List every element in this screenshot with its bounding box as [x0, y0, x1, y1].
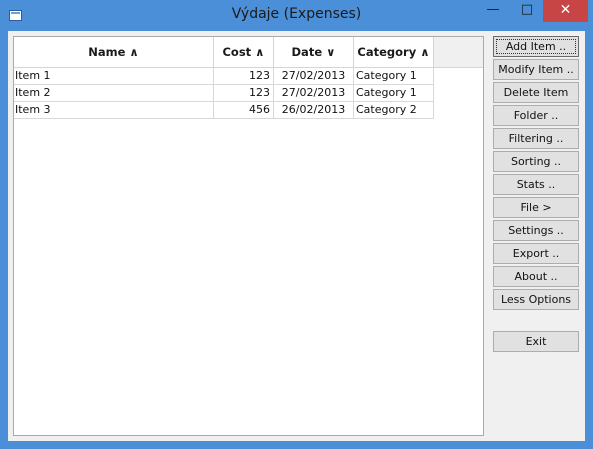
cell-date: 27/02/2013: [274, 68, 354, 85]
cell-name: Item 1: [14, 68, 214, 85]
about-button[interactable]: About ..: [493, 266, 579, 287]
filtering-button[interactable]: Filtering ..: [493, 128, 579, 149]
table-row[interactable]: Item 2 123 27/02/2013 Category 1: [14, 85, 434, 102]
add-item-button[interactable]: Add Item ..: [493, 36, 579, 57]
sorting-button[interactable]: Sorting ..: [493, 151, 579, 172]
header-filler: [434, 37, 483, 68]
cell-cost: 456: [214, 102, 274, 119]
column-header-date[interactable]: Date ∨: [274, 37, 354, 68]
less-options-button[interactable]: Less Options: [493, 289, 579, 310]
cell-date: 27/02/2013: [274, 85, 354, 102]
cell-category: Category 1: [354, 68, 434, 85]
cell-date: 26/02/2013: [274, 102, 354, 119]
settings-button[interactable]: Settings ..: [493, 220, 579, 241]
cell-category: Category 1: [354, 85, 434, 102]
file-button[interactable]: File >: [493, 197, 579, 218]
title-bar[interactable]: Výdaje (Expenses) — □ ✕: [0, 0, 593, 30]
delete-item-button[interactable]: Delete Item: [493, 82, 579, 103]
cell-name: Item 3: [14, 102, 214, 119]
column-header-name[interactable]: Name ∧: [14, 37, 214, 68]
app-window: Výdaje (Expenses) — □ ✕ Name ∧ Cost ∧ Da…: [0, 0, 593, 449]
exit-button[interactable]: Exit: [493, 331, 579, 352]
modify-item-button[interactable]: Modify Item ..: [493, 59, 579, 80]
table-row[interactable]: Item 1 123 27/02/2013 Category 1: [14, 68, 434, 85]
close-button[interactable]: ✕: [543, 0, 588, 22]
folder-button[interactable]: Folder ..: [493, 105, 579, 126]
table-row[interactable]: Item 3 456 26/02/2013 Category 2: [14, 102, 434, 119]
cell-cost: 123: [214, 85, 274, 102]
cell-name: Item 2: [14, 85, 214, 102]
cell-category: Category 2: [354, 102, 434, 119]
column-header-cost[interactable]: Cost ∧: [214, 37, 274, 68]
minimize-button[interactable]: —: [478, 0, 508, 22]
client-area: Name ∧ Cost ∧ Date ∨ Category ∧ Item 1 1…: [8, 31, 585, 441]
column-header-category[interactable]: Category ∧: [354, 37, 434, 68]
stats-button[interactable]: Stats ..: [493, 174, 579, 195]
expenses-table[interactable]: Name ∧ Cost ∧ Date ∨ Category ∧ Item 1 1…: [13, 36, 484, 436]
export-button[interactable]: Export ..: [493, 243, 579, 264]
maximize-button[interactable]: □: [512, 0, 542, 22]
cell-cost: 123: [214, 68, 274, 85]
